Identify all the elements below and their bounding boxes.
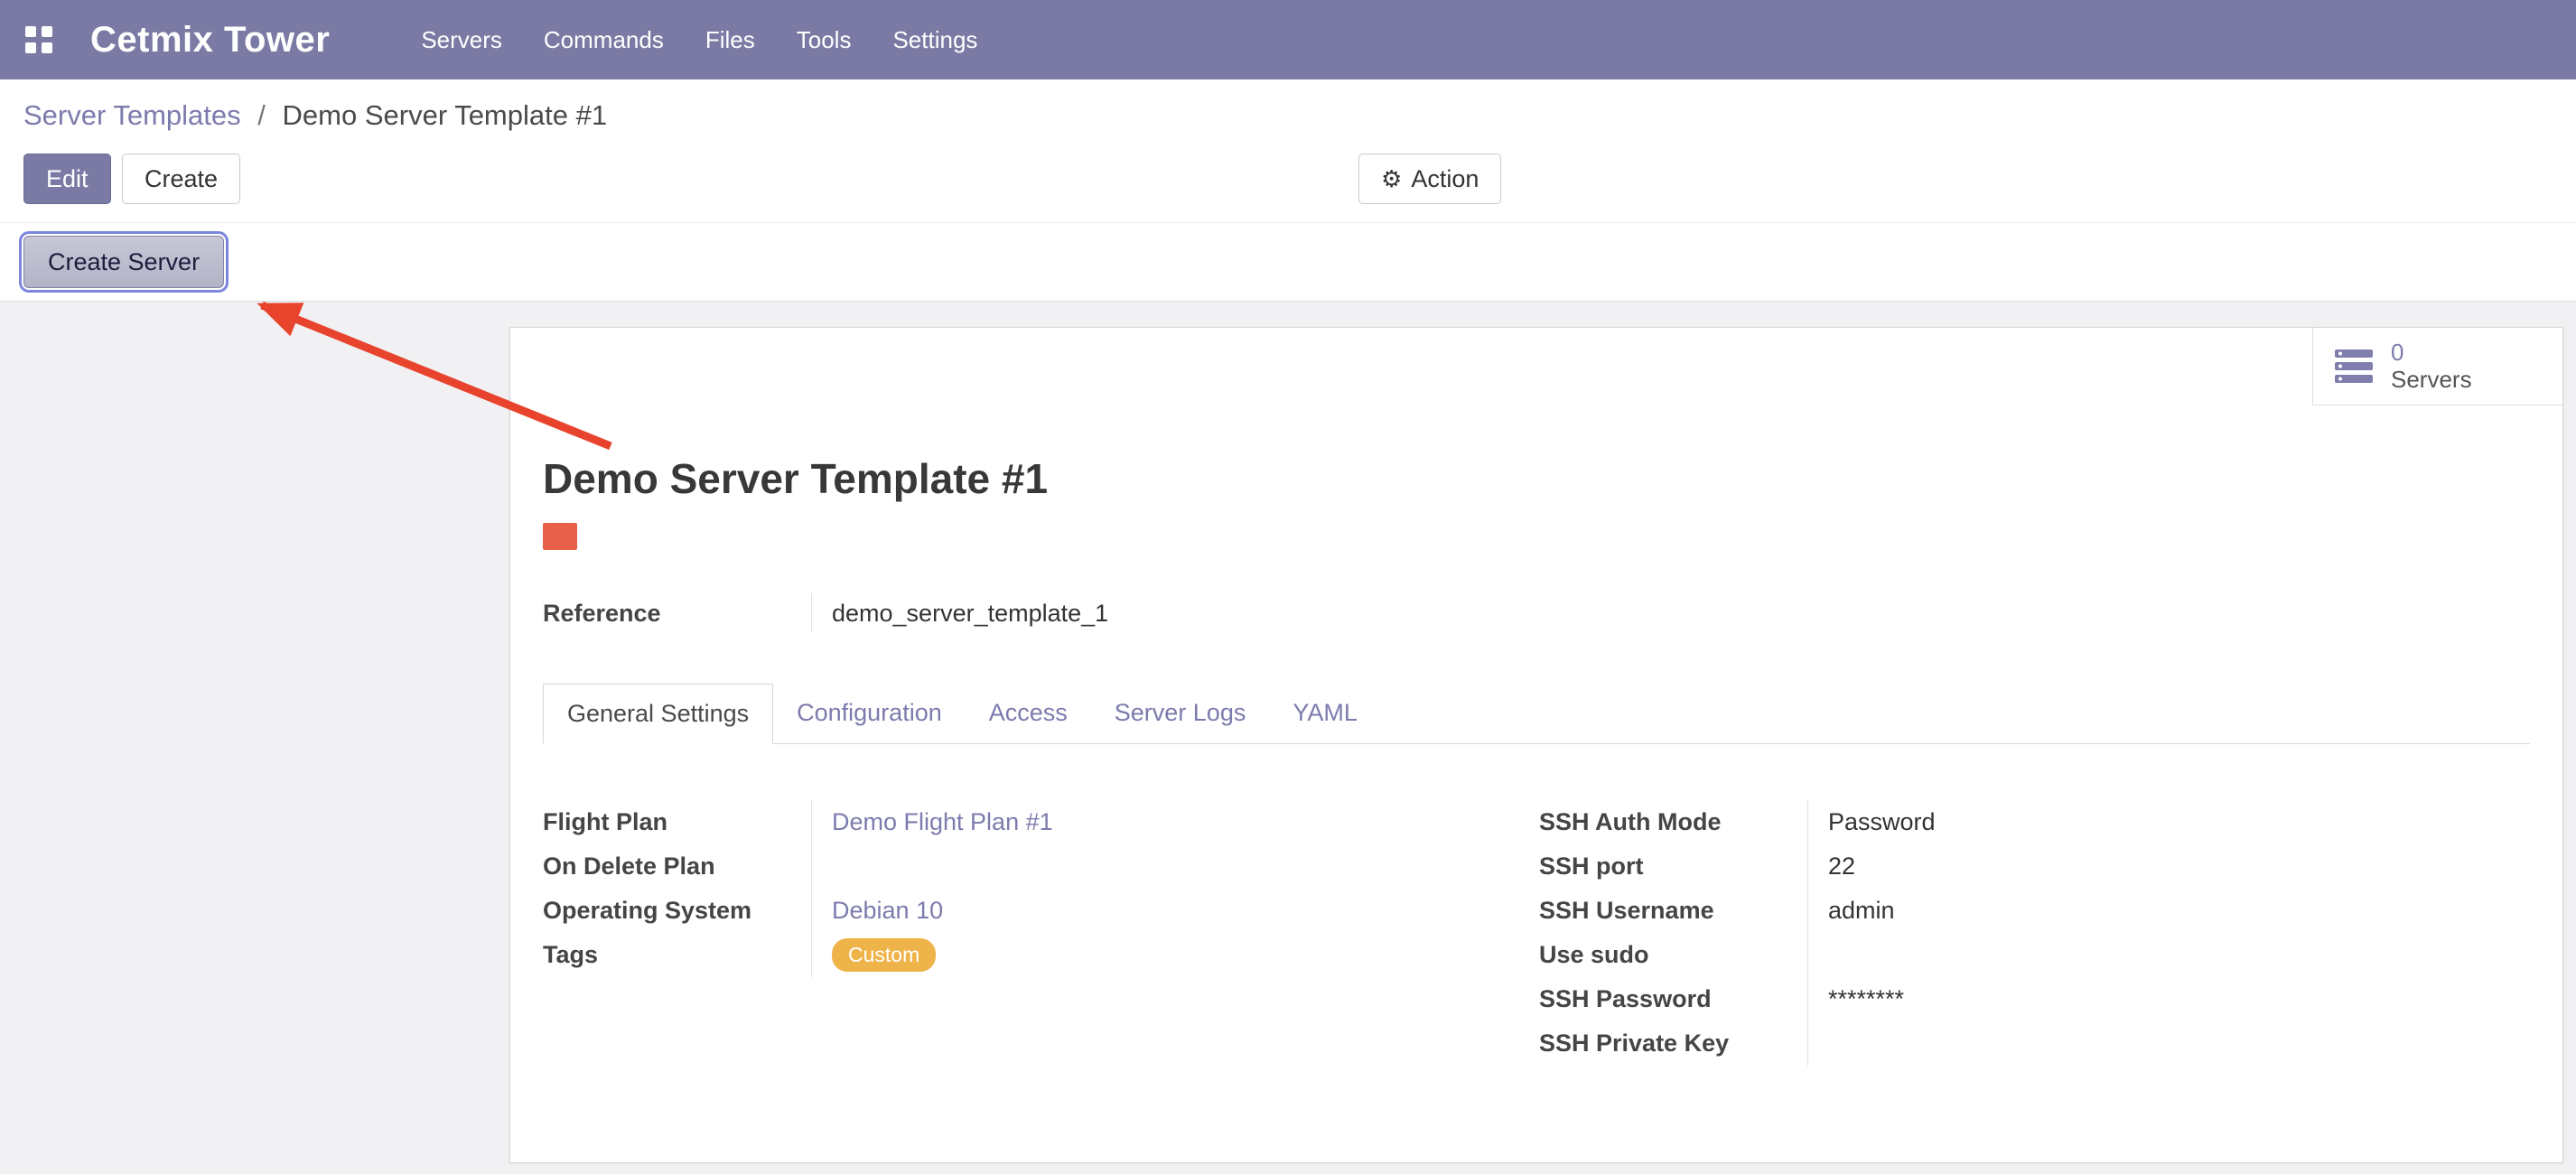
left-field-group: Flight Plan Demo Flight Plan #1 On Delet… xyxy=(543,800,1539,1066)
reference-value-text: demo_server_template_1 xyxy=(832,600,1108,628)
menu-item-commands[interactable]: Commands xyxy=(523,0,685,79)
color-swatch xyxy=(543,523,577,550)
tab-server-logs[interactable]: Server Logs xyxy=(1091,684,1270,743)
menu-item-tools[interactable]: Tools xyxy=(776,0,873,79)
field-row-on-delete-plan: On Delete Plan xyxy=(543,844,1539,889)
operating-system-link[interactable]: Debian 10 xyxy=(832,897,943,925)
field-value-text: Password xyxy=(1828,808,1936,836)
content-area: 0 Servers Demo Server Template #1 Refere… xyxy=(0,302,2576,1163)
tab-access[interactable]: Access xyxy=(966,684,1091,743)
field-label: SSH Username xyxy=(1539,889,1807,933)
breadcrumb-current: Demo Server Template #1 xyxy=(283,99,608,131)
field-label: Tags xyxy=(543,933,811,977)
apps-menu-icon[interactable] xyxy=(25,26,52,53)
flight-plan-link[interactable]: Demo Flight Plan #1 xyxy=(832,808,1053,836)
field-row-tags: Tags Custom xyxy=(543,933,1539,977)
breadcrumb-separator: / xyxy=(257,99,266,131)
field-row-ssh-password: SSH Password ******** xyxy=(1539,977,2530,1021)
servers-stat-text: 0 Servers xyxy=(2391,340,2472,394)
app-title[interactable]: Cetmix Tower xyxy=(90,20,330,61)
main-menu: Servers Commands Files Tools Settings xyxy=(400,0,998,79)
field-row-ssh-private-key: SSH Private Key xyxy=(1539,1021,2530,1066)
field-label: Use sudo xyxy=(1539,933,1807,977)
create-server-button[interactable]: Create Server xyxy=(23,236,224,288)
tab-general-settings[interactable]: General Settings xyxy=(543,684,773,744)
field-label: Flight Plan xyxy=(543,800,811,844)
servers-count: 0 xyxy=(2391,340,2472,367)
tab-configuration[interactable]: Configuration xyxy=(773,684,966,743)
field-label: SSH Private Key xyxy=(1539,1021,1807,1066)
field-value: Custom xyxy=(811,933,1539,977)
menu-item-servers[interactable]: Servers xyxy=(400,0,523,79)
statusbar: Create Server xyxy=(0,222,2576,302)
field-value-text: admin xyxy=(1828,897,1895,925)
edit-button[interactable]: Edit xyxy=(23,154,111,204)
control-panel: Server Templates / Demo Server Template … xyxy=(0,79,2576,222)
servers-stat-button[interactable]: 0 Servers xyxy=(2312,328,2562,405)
right-field-group: SSH Auth Mode Password SSH port 22 xyxy=(1539,800,2530,1066)
field-label: SSH Password xyxy=(1539,977,1807,1021)
reference-label: Reference xyxy=(543,593,811,633)
servers-label: Servers xyxy=(2391,367,2472,394)
tab-yaml[interactable]: YAML xyxy=(1269,684,1381,743)
field-value-text: 22 xyxy=(1828,853,1855,880)
servers-icon xyxy=(2335,349,2375,384)
field-value: 22 xyxy=(1807,844,2530,889)
reference-value: demo_server_template_1 xyxy=(811,593,2530,633)
field-label: On Delete Plan xyxy=(543,844,811,889)
field-groups: Flight Plan Demo Flight Plan #1 On Delet… xyxy=(543,800,2530,1066)
field-row-ssh-port: SSH port 22 xyxy=(1539,844,2530,889)
field-value: Demo Flight Plan #1 xyxy=(811,800,1539,844)
field-value: ******** xyxy=(1807,977,2530,1021)
reference-row: Reference demo_server_template_1 xyxy=(543,593,2530,633)
sheet-body: Demo Server Template #1 Reference demo_s… xyxy=(510,328,2562,1066)
field-row-ssh-auth-mode: SSH Auth Mode Password xyxy=(1539,800,2530,844)
form-sheet: 0 Servers Demo Server Template #1 Refere… xyxy=(509,327,2563,1163)
field-value xyxy=(1807,1021,2530,1066)
field-value: admin xyxy=(1807,889,2530,933)
field-row-operating-system: Operating System Debian 10 xyxy=(543,889,1539,933)
field-row-flight-plan: Flight Plan Demo Flight Plan #1 xyxy=(543,800,1539,844)
field-label: SSH port xyxy=(1539,844,1807,889)
menu-item-files[interactable]: Files xyxy=(685,0,776,79)
field-label: Operating System xyxy=(543,889,811,933)
action-button[interactable]: ⚙ Action xyxy=(1358,154,1501,204)
record-title: Demo Server Template #1 xyxy=(543,454,2530,503)
create-button[interactable]: Create xyxy=(122,154,240,204)
field-row-ssh-username: SSH Username admin xyxy=(1539,889,2530,933)
button-row: Edit Create ⚙ Action xyxy=(23,154,2553,204)
field-value-text: ******** xyxy=(1828,985,1904,1013)
notebook-tabs: General Settings Configuration Access Se… xyxy=(543,684,2530,744)
top-navbar: Cetmix Tower Servers Commands Files Tool… xyxy=(0,0,2576,79)
page: Cetmix Tower Servers Commands Files Tool… xyxy=(0,0,2576,1163)
gear-icon: ⚙ xyxy=(1381,167,1402,191)
field-label: SSH Auth Mode xyxy=(1539,800,1807,844)
field-value: Debian 10 xyxy=(811,889,1539,933)
field-value xyxy=(811,844,1539,889)
field-row-use-sudo: Use sudo xyxy=(1539,933,2530,977)
tag-custom: Custom xyxy=(832,938,936,973)
field-value xyxy=(1807,933,2530,977)
breadcrumb-parent-link[interactable]: Server Templates xyxy=(23,99,241,131)
action-button-label: Action xyxy=(1411,165,1479,193)
breadcrumb: Server Templates / Demo Server Template … xyxy=(23,99,2553,132)
field-value: Password xyxy=(1807,800,2530,844)
menu-item-settings[interactable]: Settings xyxy=(872,0,998,79)
